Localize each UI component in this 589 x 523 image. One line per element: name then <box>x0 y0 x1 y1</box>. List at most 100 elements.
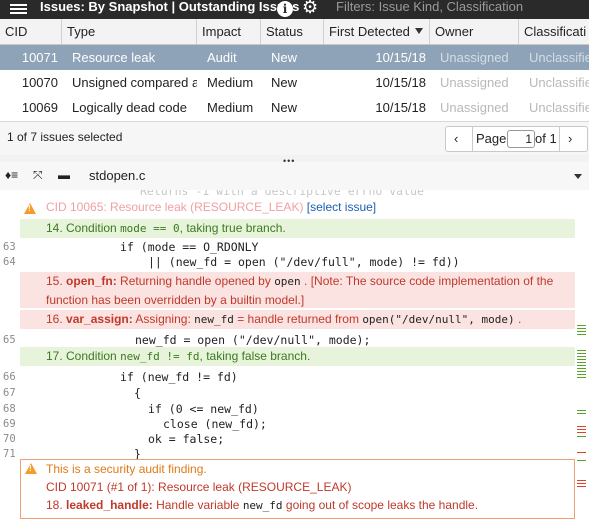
line-number: 66 <box>3 371 16 383</box>
top-toolbar: Issues: By Snapshot | Outstanding Issues… <box>0 0 589 19</box>
warning-icon <box>24 203 36 214</box>
dropdown-icon[interactable] <box>574 174 582 179</box>
current-finding-box[interactable]: This is a security audit finding. CID 10… <box>20 459 575 519</box>
classification-cell: Unclassified <box>529 50 589 65</box>
event-15-name: open_fn: <box>66 274 117 288</box>
classification-cell: Unclassified <box>529 100 589 115</box>
selection-count: 1 of 7 issues selected <box>7 130 123 144</box>
table-status-bar: 1 of 7 issues selected ‹ Page 1 of 1 › <box>0 121 589 156</box>
type-cell: Unsigned compared ag <box>72 75 197 90</box>
table-row[interactable]: 10069 Logically dead code Medium New 10/… <box>0 95 589 120</box>
other-issue-title: CID 10065: Resource leak (RESOURCE_LEAK) <box>46 200 304 214</box>
first-detected-cell: 10/15/18 <box>375 50 426 65</box>
warning-icon <box>25 463 37 474</box>
info-icon[interactable]: i <box>277 1 293 17</box>
impact-cell: Audit <box>207 50 237 65</box>
table-row[interactable]: 10070 Unsigned compared ag Medium New 10… <box>0 70 589 95</box>
ruler-mark <box>577 432 586 433</box>
event-16-code-1: new_fd <box>194 313 234 326</box>
filters-label[interactable]: Filters: Issue Kind, Classification <box>336 0 523 14</box>
ruler-mark <box>577 413 586 414</box>
gear-icon[interactable]: ⚙ <box>302 0 318 18</box>
finding-title: This is a security audit finding. <box>46 462 207 476</box>
ruler-mark <box>577 331 586 332</box>
finding-cid: CID 10071 (#1 of 1): Resource leak (RESO… <box>46 480 352 494</box>
event-14-suffix: , taking true branch. <box>179 221 286 235</box>
classification-cell: Unclassified <box>529 75 589 90</box>
ruler-mark <box>577 460 586 461</box>
ruler-mark <box>577 371 586 372</box>
event-15-number: 15. <box>46 274 63 288</box>
column-header-cid[interactable]: CID <box>0 19 62 44</box>
event-14-text: 14. Condition <box>46 221 117 235</box>
ruler-mark <box>577 362 586 363</box>
table-row[interactable]: 10071 Resource leak Audit New 10/15/18 U… <box>0 45 589 70</box>
event-16-text: Assigning: <box>135 312 191 326</box>
code-line: if (new_fd != fd) <box>120 370 238 384</box>
expand-icon[interactable]: ⤧ <box>33 168 43 183</box>
view-title[interactable]: Issues: By Snapshot | Outstanding Issues <box>40 0 299 14</box>
event-14[interactable]: 14. Condition mode == 0, taking true bra… <box>20 219 575 238</box>
folder-icon[interactable]: ▬ <box>58 168 70 182</box>
line-number: 69 <box>3 418 16 430</box>
event-18-name: leaked_handle: <box>66 498 153 512</box>
code-line: if (mode == O_RDONLY <box>120 240 259 254</box>
ruler-mark <box>577 365 586 366</box>
line-number: 70 <box>3 433 16 445</box>
cid-cell: 10070 <box>21 75 58 90</box>
event-16-end: . <box>517 312 522 326</box>
prev-page-icon[interactable]: ‹ <box>454 127 466 151</box>
ruler-mark <box>577 436 586 437</box>
page-label: Page <box>476 131 507 146</box>
type-cell: Logically dead code <box>72 100 187 115</box>
page-number-input[interactable]: 1 <box>507 130 535 148</box>
ruler-mark <box>577 359 586 360</box>
pager: ‹ Page 1 of 1 › <box>445 126 588 152</box>
ruler-mark <box>577 429 586 430</box>
other-issue-header: CID 10065: Resource leak (RESOURCE_LEAK)… <box>20 199 575 217</box>
owner-cell: Unassigned <box>440 100 509 115</box>
issues-table-header: CID Type Impact Status First Detected Ow… <box>0 19 589 45</box>
line-number: 67 <box>3 387 16 399</box>
event-17-suffix: , taking false branch. <box>199 349 311 363</box>
event-14-code: mode == 0 <box>120 222 180 235</box>
ruler-mark <box>577 410 586 411</box>
event-18-code: new_fd <box>242 499 283 512</box>
pane-splitter[interactable]: ••• <box>0 155 589 166</box>
column-header-type[interactable]: Type <box>62 19 197 44</box>
line-number: 68 <box>3 403 16 415</box>
status-cell: New <box>271 100 298 115</box>
cid-cell: 10069 <box>21 100 58 115</box>
first-detected-cell: 10/15/18 <box>375 100 426 115</box>
next-page-icon[interactable]: › <box>568 127 580 151</box>
line-number: 65 <box>3 334 16 346</box>
sort-desc-icon[interactable] <box>415 28 423 34</box>
ruler-mark <box>577 452 586 453</box>
hamburger-menu-icon[interactable] <box>10 2 27 16</box>
column-header-classification[interactable]: Classificati <box>519 19 589 44</box>
type-cell: Resource leak <box>72 50 156 65</box>
event-15[interactable]: 15. open_fn: Returning handle opened by … <box>20 272 575 308</box>
source-code-viewer[interactable]: Returns -1 with a descriptive errno valu… <box>0 190 589 523</box>
column-header-owner[interactable]: Owner <box>430 19 519 44</box>
source-file-name[interactable]: stdopen.c <box>89 168 145 183</box>
owner-cell: Unassigned <box>440 50 509 65</box>
ruler-mark <box>577 368 586 369</box>
event-17[interactable]: 17. Condition new_fd != fd, taking false… <box>20 347 575 366</box>
code-line: { <box>134 386 141 400</box>
event-15-code: open <box>274 275 301 288</box>
list-toggle-icon[interactable]: ♦≡ <box>5 168 18 182</box>
code-line: new_fd = open ("/dev/null", mode); <box>135 333 371 347</box>
event-15-line2: function has been overridden by a builti… <box>46 293 305 307</box>
event-16[interactable]: 16. var_assign: Assigning: new_fd = hand… <box>20 310 575 329</box>
ruler-mark <box>577 486 586 487</box>
faded-comment-line: Returns -1 with a descriptive errno valu… <box>140 190 424 198</box>
column-header-impact[interactable]: Impact <box>197 19 261 44</box>
cid-cell: 10071 <box>21 50 58 65</box>
event-16-number: 16. <box>46 312 63 326</box>
column-header-status[interactable]: Status <box>261 19 324 44</box>
overview-ruler[interactable] <box>576 190 589 523</box>
first-detected-cell: 10/15/18 <box>375 75 426 90</box>
select-issue-link[interactable]: [select issue] <box>307 200 376 214</box>
column-header-first-detected[interactable]: First Detected <box>324 19 430 44</box>
